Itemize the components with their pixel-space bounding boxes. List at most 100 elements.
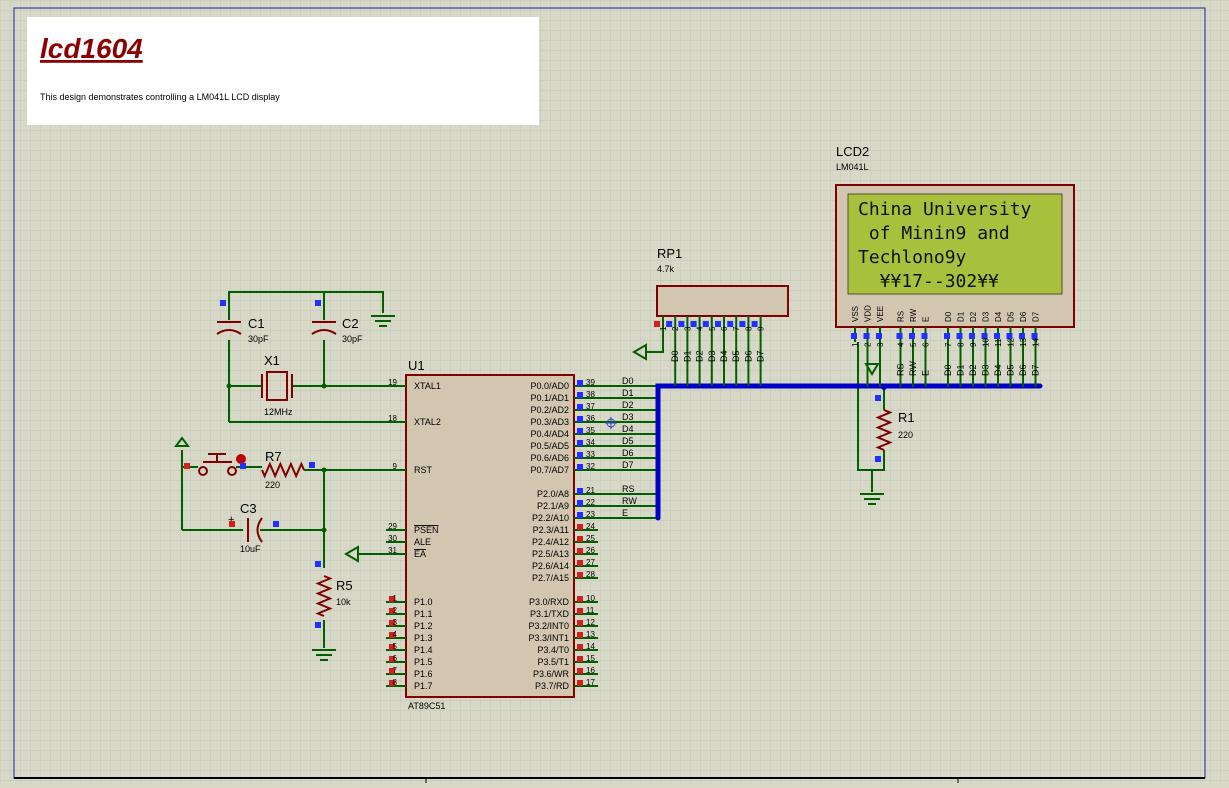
lcd-bus-label: RS	[896, 363, 906, 376]
lcd-bus-label: D3	[981, 364, 991, 376]
mcu-pin-marker	[577, 416, 583, 422]
mcu-right-pin-name: P3.6/WR	[533, 669, 570, 679]
lcd-pin-number: 6	[922, 342, 931, 347]
lcd-pin-label: D5	[1007, 311, 1016, 322]
lcd-pin-label: D4	[994, 311, 1003, 322]
mcu-right-pin-name: P0.5/AD5	[530, 441, 569, 451]
rp1-pin-marker	[666, 321, 673, 327]
mcu-pin-marker	[577, 392, 583, 398]
mcu-pin-marker	[577, 536, 583, 542]
rp1-pin-marker	[751, 321, 758, 327]
mcu-net-label: D5	[622, 436, 634, 446]
c2-ref: C2	[342, 316, 359, 331]
wire-junction	[321, 467, 327, 473]
lcd-pin-number: 2	[864, 342, 873, 347]
mcu-ref: U1	[408, 358, 425, 373]
c1-ref: C1	[248, 316, 265, 331]
mcu-right-pin-number: 24	[586, 522, 595, 531]
mcu-left-pin-number: 30	[388, 534, 397, 543]
mcu-pin-marker	[577, 632, 583, 638]
mcu-right-pin-name: P3.0/RXD	[529, 597, 570, 607]
mcu-right-pin-number: 37	[586, 402, 595, 411]
mcu-left-pin-name: PSEN	[414, 525, 439, 535]
r7-value: 220	[265, 480, 280, 490]
mcu-right-pin-name: P2.5/A13	[532, 549, 569, 559]
pin-marker	[220, 300, 226, 306]
lcd-pin-marker	[944, 333, 950, 339]
mcu-left-pin-number: 29	[388, 522, 397, 531]
pin-marker	[273, 521, 279, 527]
rp1-pin-marker	[702, 321, 709, 327]
mcu-right-pin-number: 28	[586, 570, 595, 579]
lcd-pin-number: 12	[1007, 338, 1016, 347]
r5-value: 10k	[336, 597, 351, 607]
lcd-pin-label: E	[922, 317, 931, 322]
lcd-pin-label: D2	[969, 311, 978, 322]
lcd-pin-marker	[969, 333, 975, 339]
rp1-body[interactable]	[656, 285, 789, 317]
mcu-pin-marker	[577, 644, 583, 650]
lcd-pin-number: 10	[982, 338, 991, 347]
mcu-right-pin-number: 15	[586, 654, 595, 663]
mcu-right-pin-number: 38	[586, 390, 595, 399]
mcu-right-pin-name: P2.6/A14	[532, 561, 569, 571]
mcu-right-pin-name: P3.7/RD	[535, 681, 570, 691]
mcu-pin-marker	[577, 500, 583, 506]
rp1-ref: RP1	[657, 246, 682, 261]
x1-value: 12MHz	[264, 407, 293, 417]
schematic-canvas[interactable]: lcd1604 This design demonstrates control…	[0, 0, 1229, 783]
lcd-bus-label: RW	[908, 361, 918, 376]
mcu-net-label: RW	[622, 496, 637, 506]
rp1-pin-marker	[690, 321, 697, 327]
mcu-right-pin-number: 12	[586, 618, 595, 627]
c2-value: 30pF	[342, 334, 363, 344]
lcd-pin-number: 11	[994, 338, 1003, 347]
mcu-right-pin-name: P2.3/A11	[533, 525, 569, 535]
lcd-pin-number: 3	[876, 342, 885, 347]
mcu-right-pin-number: 13	[586, 630, 595, 639]
mcu-right-pin-name: P0.0/AD0	[530, 381, 569, 391]
mcu-right-pin-number: 14	[586, 642, 595, 651]
rp1-pin-marker	[715, 321, 721, 327]
mcu-left-pin-number: 5	[393, 642, 398, 651]
mcu-pin-marker	[577, 428, 583, 434]
mcu-net-label: D3	[622, 412, 634, 422]
lcd-pin-number: 9	[969, 342, 978, 347]
pin-marker	[875, 456, 881, 462]
c3-value: 10uF	[240, 544, 261, 554]
lcd-pin-number: 8	[957, 342, 966, 347]
mcu-right-pin-number: 17	[586, 678, 595, 687]
mcu-net-label: RS	[622, 484, 635, 494]
lcd-pin-number: 5	[909, 342, 918, 347]
mcu-right-pin-number: 11	[586, 606, 595, 615]
pin-marker	[315, 561, 321, 567]
lcd-pin-label: RW	[909, 308, 918, 322]
mcu-right-pin-name: P3.5/T1	[537, 657, 569, 667]
lcd-line: ¥¥17--302¥¥	[858, 271, 999, 292]
lcd-pin-label: RS	[897, 311, 906, 322]
mcu-pin-marker	[577, 440, 583, 446]
mcu-right-pin-name: P3.3/INT1	[528, 633, 569, 643]
lcd-bus-label: D1	[956, 364, 966, 376]
mcu-right-pin-number: 22	[586, 498, 595, 507]
mcu-right-pin-name: P3.1/TXD	[530, 609, 570, 619]
mcu-left-pin-number: 9	[393, 462, 398, 471]
lcd-pin-number: 13	[1019, 338, 1028, 347]
rp1-net-label: D4	[719, 350, 729, 362]
lcd-pin-label: VDD	[864, 305, 873, 322]
lcd-pin-label: VSS	[851, 306, 860, 322]
rp1-net-label: D3	[707, 350, 717, 362]
r5-ref: R5	[336, 578, 353, 593]
mcu-right-pin-number: 16	[586, 666, 595, 675]
lcd-pin-marker	[863, 333, 870, 339]
mcu-pin-marker	[577, 680, 583, 686]
mcu-left-pin-name: P1.1	[414, 609, 433, 619]
lcd-bus-label: D7	[1031, 364, 1041, 376]
pin-marker	[229, 521, 235, 527]
mcu-pin-marker	[577, 380, 583, 386]
mcu-left-pin-number: 8	[393, 678, 398, 687]
pin-marker	[309, 462, 315, 468]
lcd-pin-label: D0	[944, 311, 953, 322]
r7-ref: R7	[265, 449, 282, 464]
mcu-right-pin-number: 25	[586, 534, 595, 543]
